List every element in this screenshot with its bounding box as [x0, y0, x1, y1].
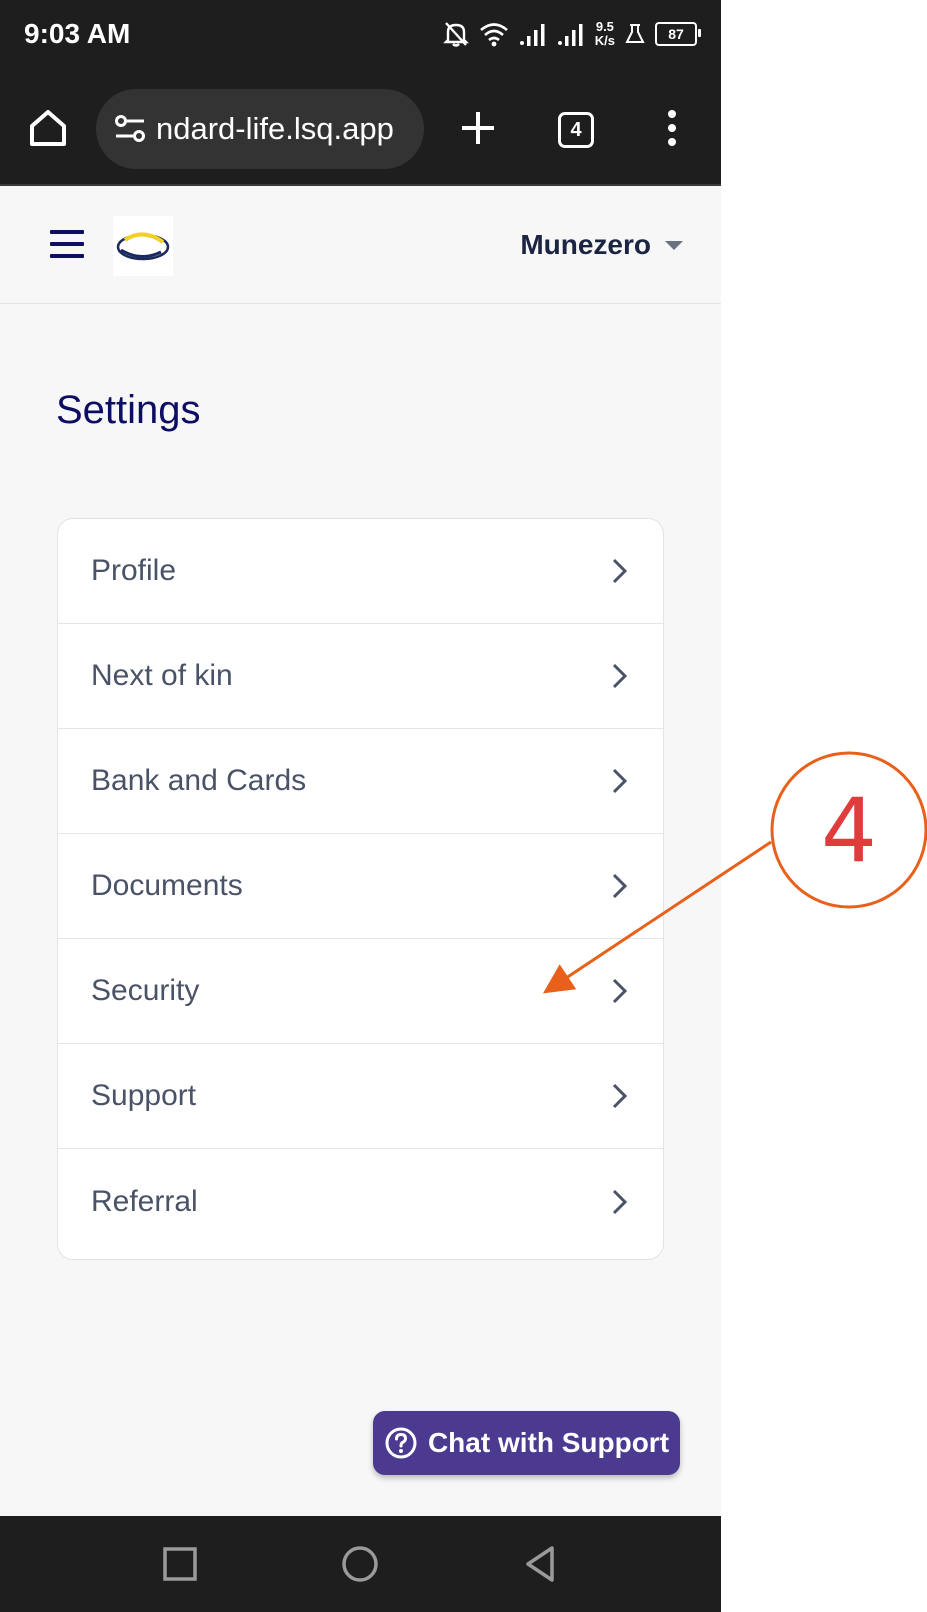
page-title: Settings [56, 388, 201, 432]
settings-item-documents[interactable]: Documents [58, 834, 663, 939]
lab-icon [625, 24, 645, 43]
signal-icon [557, 24, 583, 46]
settings-item-referral[interactable]: Referral [58, 1149, 663, 1254]
chevron-right-icon [612, 1189, 628, 1214]
chevron-right-icon [612, 1083, 628, 1109]
tabs-icon[interactable]: 4 [558, 112, 594, 148]
wifi-icon [479, 23, 508, 47]
home-circle-icon[interactable] [340, 1544, 380, 1584]
phone-screen: 9:03 AM 9.5 K/s 87 ndard-life.lsq.app 4 … [0, 0, 721, 1612]
settings-item-label: Documents [91, 869, 243, 902]
settings-item-label: Referral [91, 1184, 198, 1218]
speed-value: 9.5 [595, 19, 614, 34]
app-header: Munezero [0, 186, 721, 304]
settings-item-label: Profile [91, 554, 177, 587]
chevron-right-icon [612, 768, 628, 794]
recents-square-icon[interactable] [160, 1544, 200, 1584]
system-nav-bar [0, 1516, 721, 1612]
settings-item-label: Support [91, 1079, 197, 1112]
chat-label: Chat with Support [427, 1427, 670, 1458]
browser-toolbar: ndard-life.lsq.app 4 [0, 76, 721, 186]
chevron-right-icon [612, 558, 628, 584]
help-circle-icon [385, 1427, 417, 1459]
settings-item-next-of-kin[interactable]: Next of kin [58, 624, 663, 729]
caret-down-icon[interactable] [665, 240, 683, 250]
battery-icon: 87 [655, 22, 701, 46]
settings-item-label: Next of kin [91, 659, 233, 692]
url-text[interactable]: ndard-life.lsq.app [156, 111, 394, 147]
settings-item-bank-and-cards[interactable]: Bank and Cards [58, 729, 663, 834]
chevron-right-icon [612, 873, 628, 899]
menu-icon[interactable] [50, 230, 84, 260]
address-bar[interactable]: ndard-life.lsq.app [96, 89, 424, 169]
settings-item-security[interactable]: Security [58, 939, 663, 1044]
user-name[interactable]: Munezero [520, 229, 651, 261]
user-menu[interactable]: Munezero [520, 229, 683, 261]
status-icons: 9.5 K/s 87 [442, 20, 701, 48]
speed-unit: K/s [594, 33, 615, 48]
chevron-right-icon [612, 663, 628, 689]
chat-with-support-button[interactable]: Chat with Support [373, 1411, 680, 1475]
signal-icon [519, 24, 545, 46]
back-triangle-icon[interactable] [520, 1544, 560, 1584]
more-vert-icon[interactable] [654, 106, 690, 150]
annotation-step-number: 4 [821, 778, 877, 882]
status-bar: 9:03 AM 9.5 K/s 87 [0, 0, 721, 76]
settings-list: Profile Next of kin Bank and Cards Docum… [57, 518, 664, 1260]
settings-item-label: Security [91, 974, 200, 1007]
network-speed: 9.5 K/s [595, 20, 615, 48]
settings-item-profile[interactable]: Profile [58, 519, 663, 624]
settings-item-support[interactable]: Support [58, 1044, 663, 1149]
site-settings-icon[interactable] [110, 109, 150, 149]
home-icon[interactable] [26, 106, 70, 150]
logo[interactable] [113, 216, 173, 276]
settings-item-label: Bank and Cards [91, 764, 307, 797]
plus-icon[interactable] [456, 106, 500, 150]
chevron-right-icon [612, 978, 628, 1004]
status-time: 9:03 AM [24, 18, 131, 49]
bell-off-icon [442, 22, 469, 47]
